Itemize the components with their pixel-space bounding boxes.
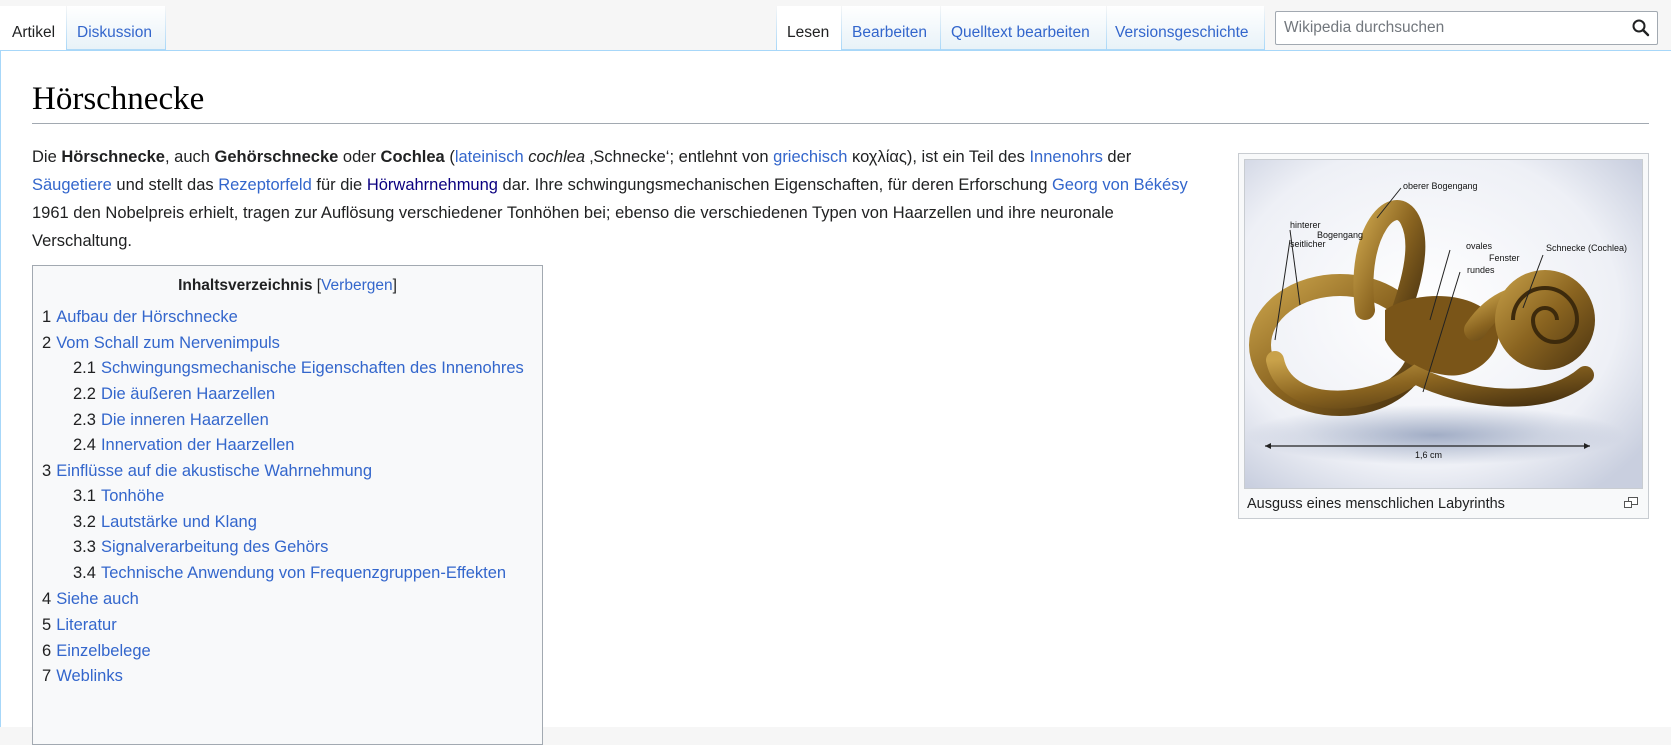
search-icon — [1632, 19, 1650, 37]
toc-item-3-4[interactable]: 3.4 Technische Anwendung von Frequenzgrup… — [73, 562, 506, 584]
toc-item-5[interactable]: 5 Literatur — [42, 614, 117, 636]
toc-item-7[interactable]: 7 Weblinks — [42, 665, 123, 687]
term-cochlea: Cochlea — [380, 148, 445, 166]
toc-item-2-2[interactable]: 2.2 Die äußeren Haarzellen — [73, 383, 275, 405]
tab-diskussion[interactable]: Diskussion — [67, 6, 165, 50]
table-of-contents: Inhaltsverzeichnis [Verbergen] 1 Aufbau d… — [32, 265, 543, 745]
label-ovales: ovales — [1466, 241, 1493, 251]
toc-toggle-link[interactable]: Verbergen — [321, 277, 393, 294]
toc-item-2-3[interactable]: 2.3 Die inneren Haarzellen — [73, 409, 269, 431]
term-cochlea-latin: cochlea — [528, 148, 586, 166]
toc-item-3-2[interactable]: 3.2 Lautstärke und Klang — [73, 511, 257, 533]
label-hinterer: hinterer — [1290, 220, 1321, 230]
toc-item-2-1[interactable]: 2.1 Schwingungsmechanische Eigenschaften … — [73, 357, 524, 379]
toc-title: Inhaltsverzeichnis — [178, 277, 313, 294]
magnify-button[interactable] — [1624, 496, 1638, 508]
image-caption: Ausguss eines menschlichen Labyrinths — [1247, 496, 1505, 512]
tab-separator — [1264, 6, 1265, 50]
label-seitlicher: seitlicher — [1290, 239, 1326, 249]
tab-lesen[interactable]: Lesen — [777, 6, 841, 50]
term-gehoerschnecke: Gehörschnecke — [214, 148, 339, 166]
toc-item-4[interactable]: 4 Siehe auch — [42, 588, 139, 610]
link-rezeptorfeld[interactable]: Rezeptorfeld — [218, 176, 312, 194]
toc-heading: Inhaltsverzeichnis [Verbergen] — [178, 277, 397, 294]
toc-item-3-3[interactable]: 3.3 Signalverarbeitung des Gehörs — [73, 536, 328, 558]
link-innenohrs[interactable]: Innenohrs — [1029, 148, 1102, 166]
tab-separator — [165, 6, 166, 50]
link-hoerwahrnehmung[interactable]: Hörwahrnehmung — [367, 176, 498, 194]
toc-item-2[interactable]: 2 Vom Schall zum Nervenimpuls — [42, 332, 280, 354]
labyrinth-image[interactable]: oberer Bogengang hinterer Bogengang seit… — [1244, 159, 1643, 489]
page-title: Hörschnecke — [32, 77, 1649, 124]
search-input[interactable] — [1275, 11, 1658, 45]
magnify-icon — [1624, 497, 1638, 508]
term-hoerschnecke: Hörschnecke — [61, 148, 165, 166]
search-button[interactable] — [1626, 13, 1656, 43]
tab-artikel[interactable]: Artikel — [0, 6, 66, 50]
toc-item-3-1[interactable]: 3.1 Tonhöhe — [73, 485, 164, 507]
toc-item-1[interactable]: 1 Aufbau der Hörschnecke — [42, 306, 238, 328]
tab-bearbeiten[interactable]: Bearbeiten — [842, 6, 940, 50]
toc-item-3[interactable]: 3 Einflüsse auf die akustische Wahrnehmun… — [42, 460, 372, 482]
link-saeugetiere[interactable]: Säugetiere — [32, 176, 112, 194]
link-georg-von-bekesy[interactable]: Georg von Békésy — [1052, 176, 1188, 194]
toc-item-2-4[interactable]: 2.4 Innervation der Haarzellen — [73, 434, 294, 456]
tab-versionsgeschichte[interactable]: Versionsgeschichte — [1107, 6, 1264, 50]
link-lateinisch[interactable]: lateinisch — [455, 148, 524, 166]
label-oberer-bogengang: oberer Bogengang — [1403, 181, 1478, 191]
labyrinth-illustration: oberer Bogengang hinterer Bogengang seit… — [1245, 160, 1642, 488]
link-griechisch[interactable]: griechisch — [773, 148, 847, 166]
label-scale: 1,6 cm — [1415, 450, 1442, 460]
intro-paragraph: Die Hörschnecke, auch Gehörschnecke oder… — [32, 148, 1188, 250]
label-rundes: rundes — [1467, 265, 1495, 275]
image-thumbnail: oberer Bogengang hinterer Bogengang seit… — [1238, 153, 1649, 519]
label-fenster: Fenster — [1489, 253, 1520, 263]
tab-quelltext-bearbeiten[interactable]: Quelltext bearbeiten — [941, 6, 1106, 50]
label-schnecke: Schnecke (Cochlea) — [1546, 243, 1627, 253]
toc-item-6[interactable]: 6 Einzelbelege — [42, 640, 151, 662]
